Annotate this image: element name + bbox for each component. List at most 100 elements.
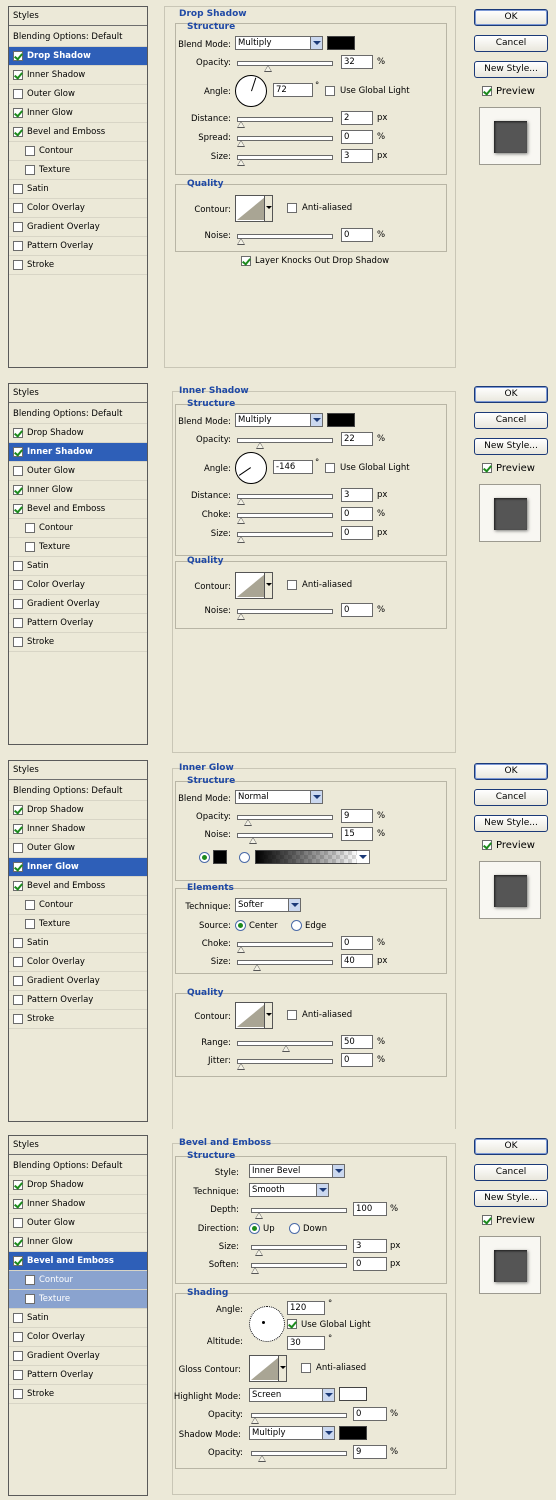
blend-mode-select[interactable]: Multiply (235, 413, 323, 427)
style-item-pattern-overlay[interactable]: Pattern Overlay (9, 991, 147, 1010)
contour-picker[interactable] (235, 195, 273, 222)
style-item-pattern-overlay[interactable]: Pattern Overlay (9, 614, 147, 633)
style-item-gradient-overlay[interactable]: Gradient Overlay (9, 1347, 147, 1366)
size-input[interactable]: 3 (341, 149, 373, 163)
style-item-contour[interactable]: Contour (9, 896, 147, 915)
style-item-drop-shadow[interactable]: Drop Shadow (9, 47, 147, 66)
anti-aliased-checkbox[interactable] (301, 1363, 311, 1373)
choke-input[interactable]: 0 (341, 936, 373, 950)
style-enable-checkbox[interactable] (13, 428, 23, 438)
style-item-texture[interactable]: Texture (9, 915, 147, 934)
distance-slider[interactable] (237, 117, 333, 128)
style-enable-checkbox[interactable] (13, 504, 23, 514)
style-enable-checkbox[interactable] (13, 1313, 23, 1323)
slider-thumb[interactable] (249, 837, 257, 844)
highlight-mode-select[interactable]: Screen (249, 1388, 335, 1402)
style-enable-checkbox[interactable] (13, 89, 23, 99)
glow-color-swatch[interactable] (213, 850, 227, 864)
shadow-opacity-slider[interactable] (251, 1451, 347, 1462)
style-item-inner-shadow[interactable]: Inner Shadow (9, 443, 147, 462)
style-enable-checkbox[interactable] (13, 938, 23, 948)
style-item-blending-options-default[interactable]: Blending Options: Default (9, 28, 147, 47)
opacity-input[interactable]: 9 (341, 809, 373, 823)
style-enable-checkbox[interactable] (25, 900, 35, 910)
slider-thumb[interactable] (251, 1417, 259, 1424)
contour-picker[interactable] (235, 1002, 273, 1029)
style-enable-checkbox[interactable] (13, 957, 23, 967)
style-item-inner-shadow[interactable]: Inner Shadow (9, 820, 147, 839)
style-item-inner-glow[interactable]: Inner Glow (9, 481, 147, 500)
style-item-inner-glow[interactable]: Inner Glow (9, 858, 147, 877)
blend-mode-select[interactable]: Normal (235, 790, 323, 804)
slider-thumb[interactable] (237, 536, 245, 543)
jitter-input[interactable]: 0 (341, 1053, 373, 1067)
slider-thumb[interactable] (253, 964, 261, 971)
cancel-button[interactable]: Cancel (474, 35, 548, 52)
style-item-satin[interactable]: Satin (9, 180, 147, 199)
style-enable-checkbox[interactable] (13, 805, 23, 815)
style-enable-checkbox[interactable] (25, 919, 35, 929)
style-item-bevel-and-emboss[interactable]: Bevel and Emboss (9, 123, 147, 142)
style-item-inner-shadow[interactable]: Inner Shadow (9, 66, 147, 85)
style-enable-checkbox[interactable] (13, 203, 23, 213)
style-enable-checkbox[interactable] (13, 976, 23, 986)
cancel-button[interactable]: Cancel (474, 412, 548, 429)
style-enable-checkbox[interactable] (13, 485, 23, 495)
style-enable-checkbox[interactable] (13, 184, 23, 194)
style-enable-checkbox[interactable] (13, 843, 23, 853)
style-enable-checkbox[interactable] (13, 1180, 23, 1190)
blend-mode-select[interactable]: Multiply (235, 36, 323, 50)
choke-slider[interactable] (237, 942, 333, 953)
size-slider[interactable] (237, 532, 333, 543)
glow-gradient-picker[interactable] (255, 850, 359, 864)
shadow-color-swatch[interactable] (327, 36, 355, 50)
style-item-stroke[interactable]: Stroke (9, 1010, 147, 1029)
direction-up-radio[interactable] (249, 1223, 260, 1234)
style-enable-checkbox[interactable] (13, 1332, 23, 1342)
anti-aliased-checkbox[interactable] (287, 203, 297, 213)
style-enable-checkbox[interactable] (13, 881, 23, 891)
style-item-satin[interactable]: Satin (9, 934, 147, 953)
style-item-texture[interactable]: Texture (9, 161, 147, 180)
style-item-pattern-overlay[interactable]: Pattern Overlay (9, 237, 147, 256)
shadow-color-swatch[interactable] (339, 1426, 367, 1440)
style-enable-checkbox[interactable] (25, 1294, 35, 1304)
noise-slider[interactable] (237, 234, 333, 245)
shadow-color-swatch[interactable] (327, 413, 355, 427)
angle-input[interactable]: 120 (287, 1301, 325, 1315)
range-slider[interactable] (237, 1041, 333, 1052)
style-enable-checkbox[interactable] (13, 51, 23, 61)
range-input[interactable]: 50 (341, 1035, 373, 1049)
angle-dial[interactable] (235, 75, 267, 107)
style-item-texture[interactable]: Texture (9, 1290, 147, 1309)
slider-thumb[interactable] (237, 613, 245, 620)
size-input[interactable]: 40 (341, 954, 373, 968)
slider-thumb[interactable] (237, 1063, 245, 1070)
size-input[interactable]: 0 (341, 526, 373, 540)
style-item-blending-options-default[interactable]: Blending Options: Default (9, 782, 147, 801)
style-item-outer-glow[interactable]: Outer Glow (9, 839, 147, 858)
style-item-drop-shadow[interactable]: Drop Shadow (9, 801, 147, 820)
style-item-outer-glow[interactable]: Outer Glow (9, 85, 147, 104)
use-global-light-checkbox[interactable] (325, 86, 335, 96)
style-item-outer-glow[interactable]: Outer Glow (9, 462, 147, 481)
style-item-bevel-and-emboss[interactable]: Bevel and Emboss (9, 877, 147, 896)
slider-thumb[interactable] (237, 517, 245, 524)
bevel-style-select[interactable]: Inner Bevel (249, 1164, 345, 1178)
style-item-gradient-overlay[interactable]: Gradient Overlay (9, 972, 147, 991)
style-enable-checkbox[interactable] (13, 1351, 23, 1361)
style-item-satin[interactable]: Satin (9, 557, 147, 576)
direction-down-radio[interactable] (289, 1223, 300, 1234)
style-enable-checkbox[interactable] (13, 1218, 23, 1228)
style-item-contour[interactable]: Contour (9, 1271, 147, 1290)
noise-slider[interactable] (237, 609, 333, 620)
opacity-slider[interactable] (237, 61, 333, 72)
style-enable-checkbox[interactable] (13, 447, 23, 457)
opacity-slider[interactable] (237, 815, 333, 826)
style-item-satin[interactable]: Satin (9, 1309, 147, 1328)
style-enable-checkbox[interactable] (13, 995, 23, 1005)
depth-input[interactable]: 100 (353, 1202, 387, 1216)
soften-input[interactable]: 0 (353, 1257, 387, 1271)
style-enable-checkbox[interactable] (13, 1389, 23, 1399)
style-enable-checkbox[interactable] (13, 1256, 23, 1266)
